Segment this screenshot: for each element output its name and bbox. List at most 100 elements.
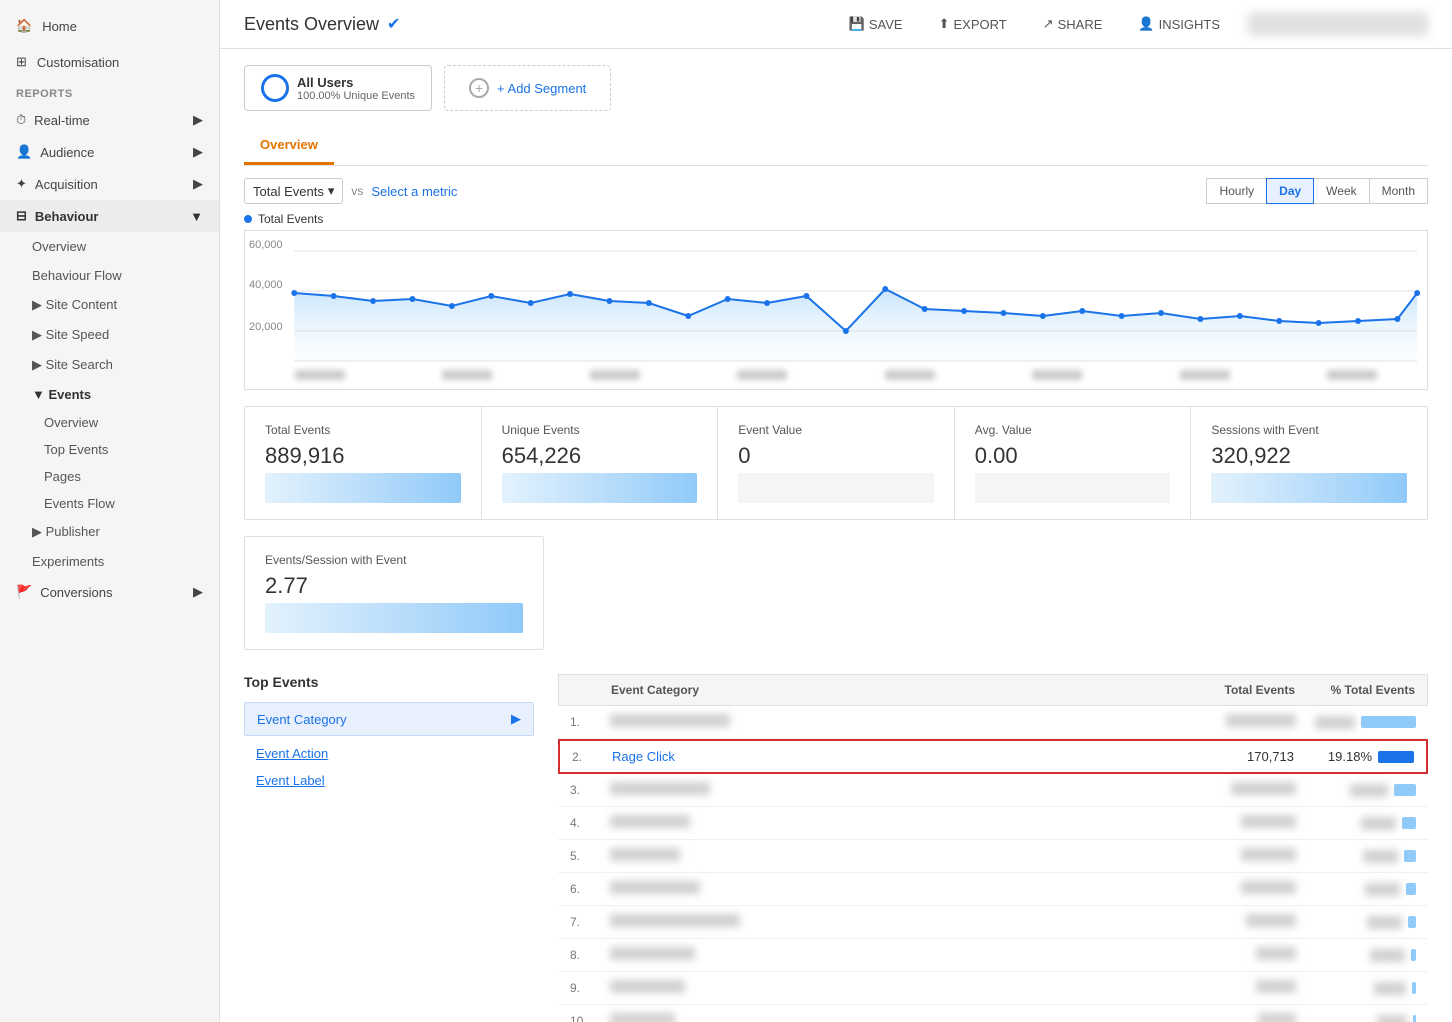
sidebar-item-behaviour-flow[interactable]: Behaviour Flow	[0, 261, 219, 290]
add-circle-icon: +	[469, 78, 489, 98]
percent-bar	[1402, 817, 1416, 829]
share-button[interactable]: ↗ SHARE	[1035, 12, 1111, 36]
row-value	[1176, 848, 1296, 864]
chart-svg	[245, 231, 1427, 371]
sidebar-conversions-label: Conversions	[40, 585, 112, 600]
x-label	[1180, 370, 1230, 380]
sidebar-item-behaviour-overview[interactable]: Overview	[0, 232, 219, 261]
insights-button[interactable]: 👤 INSIGHTS	[1130, 12, 1228, 36]
time-btn-day[interactable]: Day	[1266, 178, 1314, 204]
x-axis-labels	[245, 370, 1427, 380]
sidebar-item-events-flow[interactable]: Events Flow	[0, 490, 219, 517]
row-percent	[1296, 949, 1416, 962]
metric-sparkline	[975, 473, 1171, 503]
sidebar-realtime-label: Real-time	[34, 113, 90, 128]
insights-icon: 👤	[1138, 16, 1154, 32]
metric-value: 0.00	[975, 443, 1171, 469]
col-percent: % Total Events	[1295, 683, 1415, 697]
tab-overview[interactable]: Overview	[244, 127, 334, 165]
table-row: 4.	[558, 807, 1428, 840]
select-metric-link[interactable]: Select a metric	[371, 184, 457, 199]
sidebar: 🏠 Home ⊞ Customisation REPORTS ⏱ Real-ti…	[0, 0, 220, 1022]
save-icon: 💾	[849, 16, 865, 32]
segment-text: All Users 100.00% Unique Events	[297, 75, 415, 102]
customisation-icon: ⊞	[16, 54, 27, 70]
row-num: 8.	[570, 948, 610, 962]
sidebar-item-site-content[interactable]: ▶ Site Content	[0, 290, 219, 320]
legend-label: Total Events	[258, 212, 323, 226]
filter-event-label[interactable]: Event Label	[244, 767, 534, 794]
add-segment-button[interactable]: + + Add Segment	[444, 65, 611, 111]
table-row: 9.	[558, 972, 1428, 1005]
metric-event-value: Event Value 0	[718, 407, 955, 519]
metric-dropdown[interactable]: Total Events ▾	[244, 178, 343, 204]
save-button[interactable]: 💾 SAVE	[841, 12, 911, 36]
save-label: SAVE	[869, 17, 903, 32]
filter-event-action[interactable]: Event Action	[244, 740, 534, 767]
sidebar-acquisition-label: Acquisition	[35, 177, 98, 192]
chevron-right-icon: ▶	[193, 144, 203, 160]
sidebar-item-behaviour[interactable]: ⊟ Behaviour ▼	[0, 200, 219, 232]
percent-bar	[1408, 916, 1416, 928]
insights-label: INSIGHTS	[1159, 17, 1220, 32]
chart-controls: Total Events ▾ vs Select a metric Hourly…	[244, 166, 1428, 212]
row-name	[610, 1013, 1176, 1022]
top-bar: Events Overview ✔ 💾 SAVE ⬆ EXPORT ↗ SHAR…	[220, 0, 1452, 49]
sidebar-item-audience[interactable]: 👤 Audience ▶	[0, 136, 219, 168]
row-percent	[1296, 817, 1416, 830]
legend-dot	[244, 215, 252, 223]
row-percent	[1296, 850, 1416, 863]
col-num	[571, 683, 611, 697]
sidebar-item-realtime[interactable]: ⏱ Real-time ▶	[0, 104, 219, 136]
sidebar-item-publisher[interactable]: ▶ Publisher	[0, 517, 219, 547]
sidebar-item-site-speed[interactable]: ▶ Site Speed	[0, 320, 219, 350]
all-users-segment[interactable]: All Users 100.00% Unique Events	[244, 65, 432, 111]
row-percent	[1296, 784, 1416, 797]
row-value	[1176, 947, 1296, 963]
sidebar-item-customisation[interactable]: ⊞ Customisation	[0, 44, 219, 80]
sidebar-behaviour-label: Behaviour	[35, 209, 99, 224]
sidebar-item-experiments[interactable]: Experiments	[0, 547, 219, 576]
filter-label: Event Category	[257, 712, 347, 727]
time-btn-week[interactable]: Week	[1313, 178, 1369, 204]
row-percent	[1296, 916, 1416, 929]
percent-text: 19.18%	[1328, 749, 1372, 764]
clock-icon: ⏱	[16, 112, 26, 128]
sidebar-item-site-search[interactable]: ▶ Site Search	[0, 350, 219, 380]
table-row: 8.	[558, 939, 1428, 972]
sidebar-item-pages[interactable]: Pages	[0, 463, 219, 490]
export-button[interactable]: ⬆ EXPORT	[931, 12, 1015, 36]
metric-sparkline	[502, 473, 698, 503]
sidebar-item-top-events[interactable]: Top Events	[0, 436, 219, 463]
sidebar-item-events[interactable]: ▼ Events	[0, 380, 219, 409]
sidebar-item-home[interactable]: 🏠 Home	[0, 8, 219, 44]
sidebar-item-acquisition[interactable]: ✦ Acquisition ▶	[0, 168, 219, 200]
metric-selector: Total Events ▾ vs Select a metric	[244, 178, 457, 204]
time-btn-hourly[interactable]: Hourly	[1206, 178, 1267, 204]
metric-avg-value: Avg. Value 0.00	[955, 407, 1192, 519]
percent-bar	[1412, 982, 1416, 994]
time-btn-month[interactable]: Month	[1369, 178, 1428, 204]
row-value	[1176, 815, 1296, 831]
table-row: 5.	[558, 840, 1428, 873]
sidebar-item-events-overview[interactable]: Overview	[0, 409, 219, 436]
main-content: Events Overview ✔ 💾 SAVE ⬆ EXPORT ↗ SHAR…	[220, 0, 1452, 1022]
sidebar-item-conversions[interactable]: 🚩 Conversions ▶	[0, 576, 219, 608]
row-num: 6.	[570, 882, 610, 896]
share-label: SHARE	[1058, 17, 1103, 32]
table-row: 3.	[558, 774, 1428, 807]
table-row: 6.	[558, 873, 1428, 906]
filter-event-category[interactable]: Event Category ▶	[244, 702, 534, 736]
export-icon: ⬆	[939, 16, 950, 32]
row-value	[1176, 914, 1296, 930]
metric-value: 320,922	[1211, 443, 1407, 469]
metric-total-events: Total Events 889,916	[245, 407, 482, 519]
behaviour-icon: ⊟	[16, 208, 27, 224]
percent-bar	[1411, 949, 1416, 961]
row-num: 2.	[572, 750, 612, 764]
row-name	[610, 782, 1176, 798]
vs-label: vs	[351, 184, 363, 198]
flag-icon: 🚩	[16, 584, 32, 600]
chevron-right-icon: ▶	[193, 584, 203, 600]
row-name-rage-click[interactable]: Rage Click	[612, 749, 1174, 764]
